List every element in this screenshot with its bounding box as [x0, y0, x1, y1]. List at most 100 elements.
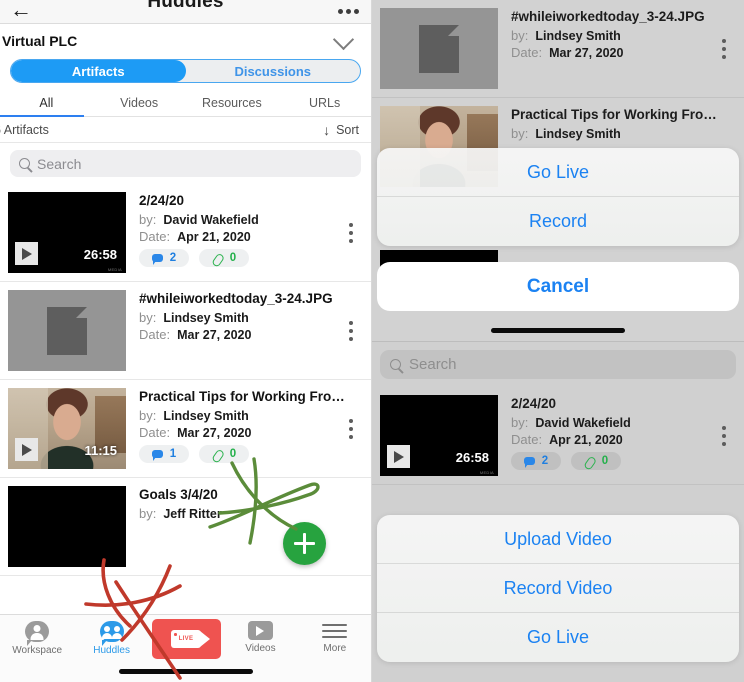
- video-thumbnail[interactable]: 11:15: [8, 388, 126, 469]
- stat-pills: 2 0: [139, 249, 371, 267]
- down-arrow-icon: ↓: [323, 121, 331, 138]
- document-thumbnail[interactable]: [380, 8, 498, 89]
- tab-resources[interactable]: Resources: [186, 89, 279, 116]
- table-row[interactable]: #whileiworkedtoday_3-24.JPG by: Lindsey …: [0, 282, 371, 380]
- attachments-pill[interactable]: 0: [199, 249, 249, 267]
- video-duration: 26:58: [455, 450, 489, 465]
- segmented-control[interactable]: Artifacts Discussions: [10, 59, 361, 83]
- date-line: Date: Mar 27, 2020: [139, 327, 371, 342]
- sort-button[interactable]: ↓ Sort: [323, 122, 359, 138]
- date-value: Mar 27, 2020: [177, 426, 252, 440]
- video-play-icon: [247, 621, 273, 640]
- search-input[interactable]: Search: [10, 150, 361, 177]
- date-line: Date: Mar 27, 2020: [139, 425, 371, 440]
- sheet-item-upload-video[interactable]: Upload Video: [377, 515, 739, 564]
- home-indicator: [491, 328, 625, 333]
- comments-pill[interactable]: 2: [139, 249, 189, 267]
- row-menu-icon[interactable]: [349, 418, 353, 439]
- bottom-tab-bar: Workspace Huddles LIVE Videos More: [0, 614, 371, 682]
- table-row[interactable]: 26:58 MEDIA 2/24/20 by: David Wakefield …: [372, 387, 744, 485]
- tab-videos[interactable]: Videos: [223, 615, 297, 665]
- author-key: by:: [139, 506, 157, 521]
- search-input[interactable]: Search: [380, 350, 736, 379]
- author-value: Jeff Ritter: [163, 507, 222, 521]
- attachment-count: 0: [229, 448, 237, 460]
- author-line: by: Lindsey Smith: [139, 310, 371, 325]
- document-icon: [47, 306, 87, 355]
- sheet-item-go-live[interactable]: Go Live: [377, 613, 739, 662]
- tab-workspace-label: Workspace: [12, 645, 63, 656]
- video-thumbnail[interactable]: [8, 486, 126, 567]
- tab-huddles-label: Huddles: [93, 645, 130, 656]
- count-sort-row: 6 Artifacts ↓ Sort: [0, 117, 371, 143]
- dimmed-artifact-list-bottom: 26:58 MEDIA 2/24/20 by: David Wakefield …: [372, 387, 744, 485]
- author-value: David Wakefield: [163, 213, 259, 227]
- attachment-count: 0: [229, 252, 237, 264]
- group-header[interactable]: Virtual PLC: [0, 24, 371, 57]
- artifact-meta: #whileiworkedtoday_3-24.JPG by: Lindsey …: [498, 8, 744, 89]
- tab-more[interactable]: More: [298, 615, 371, 665]
- sheet-item-record[interactable]: Record: [377, 197, 739, 246]
- more-dots-icon[interactable]: [338, 1, 359, 21]
- sheet-cancel-button[interactable]: Cancel: [377, 262, 739, 311]
- artifact-title: Practical Tips for Working Fro…: [139, 389, 345, 404]
- date-value: Mar 27, 2020: [549, 46, 624, 60]
- artifact-meta: 2/24/20 by: David Wakefield Date: Apr 21…: [498, 395, 744, 476]
- author-value: Lindsey Smith: [535, 127, 621, 141]
- table-row[interactable]: #whileiworkedtoday_3-24.JPG by: Lindsey …: [372, 0, 744, 98]
- tab-workspace[interactable]: Workspace: [0, 615, 74, 665]
- live-camera-icon[interactable]: LIVE: [151, 619, 221, 659]
- segment-artifacts[interactable]: Artifacts: [11, 60, 186, 82]
- attachments-pill[interactable]: 0: [199, 445, 249, 463]
- author-key: by:: [139, 310, 157, 325]
- table-row[interactable]: 26:58 MEDIA 2/24/20 by: David Wakefield …: [0, 184, 371, 282]
- action-sheet-top: Go Live Record: [377, 148, 739, 246]
- group-name: Virtual PLC: [2, 32, 78, 49]
- video-thumbnail[interactable]: 26:58 MEDIA: [380, 395, 498, 476]
- artifact-meta: 2/24/20 by: David Wakefield Date: Apr 21…: [126, 192, 371, 273]
- video-duration: 11:15: [84, 443, 117, 458]
- row-menu-icon[interactable]: [722, 38, 726, 59]
- person-bubble-icon: [25, 621, 50, 646]
- row-menu-icon[interactable]: [349, 320, 353, 341]
- play-icon[interactable]: [15, 242, 38, 265]
- search-placeholder: Search: [409, 356, 457, 373]
- artifact-title: Goals 3/4/20: [139, 487, 218, 502]
- artifact-title: 2/24/20: [511, 396, 557, 411]
- document-thumbnail[interactable]: [8, 290, 126, 371]
- artifact-title: #whileiworkedtoday_3-24.JPG: [139, 291, 333, 306]
- artifact-title: #whileiworkedtoday_3-24.JPG: [511, 9, 705, 24]
- artifact-count: 6 Artifacts: [0, 122, 49, 137]
- row-menu-icon[interactable]: [349, 222, 353, 243]
- author-key: by:: [511, 28, 529, 43]
- comments-pill[interactable]: 1: [139, 445, 189, 463]
- segment-discussions[interactable]: Discussions: [186, 60, 361, 82]
- tab-live[interactable]: LIVE: [149, 615, 223, 665]
- chevron-down-icon[interactable]: [335, 32, 355, 44]
- play-icon[interactable]: [387, 445, 410, 468]
- video-thumbnail[interactable]: 26:58 MEDIA: [8, 192, 126, 273]
- navigation-bar: ← Huddles: [0, 0, 371, 24]
- attachments-pill[interactable]: 0: [571, 452, 621, 470]
- comment-count: 1: [169, 448, 177, 460]
- tab-urls[interactable]: URLs: [278, 89, 371, 116]
- search-icon: [390, 359, 401, 370]
- author-key: by:: [139, 212, 157, 227]
- artifact-list: 26:58 MEDIA 2/24/20 by: David Wakefield …: [0, 184, 371, 576]
- sheet-item-go-live[interactable]: Go Live: [377, 148, 739, 197]
- comment-count: 2: [169, 252, 177, 264]
- action-sheet-bottom: Upload Video Record Video Go Live: [377, 515, 739, 662]
- table-row[interactable]: 11:15 Practical Tips for Working Fro… by…: [0, 380, 371, 478]
- author-key: by:: [511, 415, 529, 430]
- tab-all[interactable]: All: [0, 89, 93, 116]
- tab-huddles[interactable]: Huddles: [74, 615, 148, 665]
- author-line: by: Lindsey Smith: [511, 126, 744, 141]
- search-wrap: Search: [372, 342, 744, 387]
- row-menu-icon[interactable]: [722, 425, 726, 446]
- play-icon[interactable]: [15, 438, 38, 461]
- add-button[interactable]: [283, 522, 326, 565]
- comment-bubble-icon: [151, 254, 163, 265]
- sheet-item-record-video[interactable]: Record Video: [377, 564, 739, 613]
- tab-videos[interactable]: Videos: [93, 89, 186, 116]
- comments-pill[interactable]: 2: [511, 452, 561, 470]
